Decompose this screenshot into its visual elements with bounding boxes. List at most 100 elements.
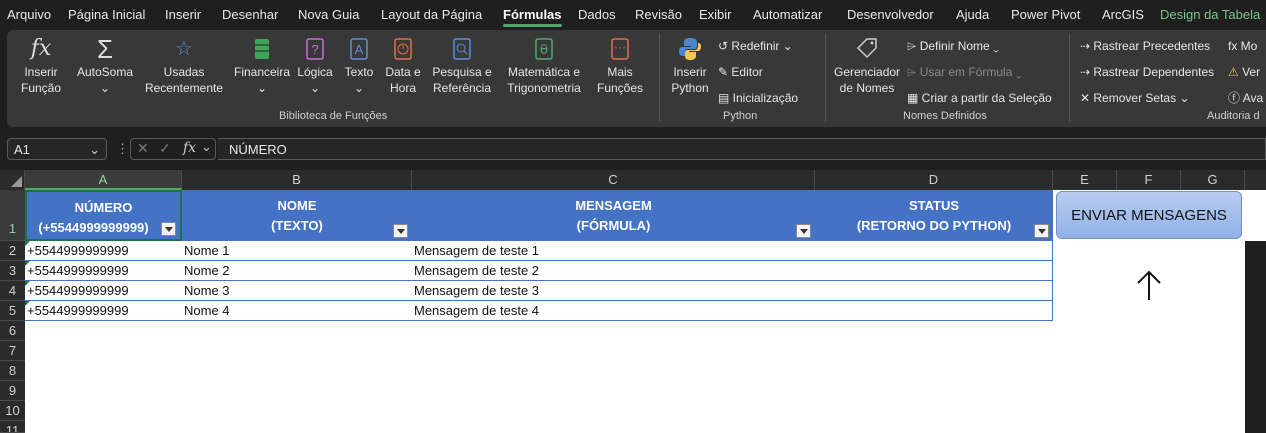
init-button[interactable]: ▤ Inicialização: [718, 90, 798, 106]
recent-button[interactable]: ☆ Usadas Recentemente: [139, 36, 229, 96]
star-book-icon: ☆: [175, 38, 193, 60]
create-from-selection-button[interactable]: ▦ Criar a partir da Seleção: [907, 90, 1052, 106]
row-header-6[interactable]: 6: [0, 321, 25, 341]
text-button[interactable]: A Texto ⌄: [340, 36, 378, 96]
menu-layout[interactable]: Layout da Página: [381, 7, 482, 22]
cell-c5[interactable]: Mensagem de teste 4: [412, 301, 815, 321]
row-header-4[interactable]: 4: [0, 281, 25, 301]
column-header-a[interactable]: A: [25, 170, 182, 190]
cell-c4[interactable]: Mensagem de teste 3: [412, 281, 815, 301]
menu-desenvolvedor[interactable]: Desenvolvedor: [847, 7, 934, 22]
cell-b3[interactable]: Nome 2: [182, 261, 412, 281]
table-header-mensagem[interactable]: MENSAGEM (FÓRMULA): [412, 190, 815, 241]
autosum-button[interactable]: Σ AutoSoma ⌄: [73, 36, 137, 96]
chevron-down-icon[interactable]: ⌄: [201, 139, 212, 155]
row-header-11[interactable]: 11: [0, 421, 25, 433]
trace-precedents-button[interactable]: ⇢ Rastrear Precedentes: [1080, 38, 1210, 54]
lookup-button[interactable]: Pesquisa e Referência: [426, 36, 498, 96]
cell-a4[interactable]: +5544999999999: [25, 281, 182, 301]
select-all-corner[interactable]: [0, 170, 25, 190]
cell-c2[interactable]: Mensagem de teste 1: [412, 241, 815, 261]
cell-a2[interactable]: +5544999999999: [25, 241, 182, 261]
row-header-5[interactable]: 5: [0, 301, 25, 321]
menu-desenhar[interactable]: Desenhar: [222, 7, 278, 22]
svg-text:···: ···: [614, 40, 626, 54]
cell-d4[interactable]: [815, 281, 1053, 301]
show-formulas-button[interactable]: fx Mo: [1228, 38, 1257, 54]
menu-power-pivot[interactable]: Power Pivot: [1011, 7, 1080, 22]
column-header-b[interactable]: B: [182, 170, 412, 190]
table-header-nome[interactable]: NOME (TEXTO): [182, 190, 412, 241]
separator: [825, 34, 826, 122]
cell-a3[interactable]: +5544999999999: [25, 261, 182, 281]
cell-d5[interactable]: [815, 301, 1053, 321]
reset-button[interactable]: ↺ Redefinir ⌄: [718, 38, 793, 54]
more-options-icon[interactable]: ⋮: [116, 141, 129, 157]
name-box[interactable]: A1 ⌄: [7, 138, 107, 160]
more-functions-button[interactable]: ··· Mais Funções: [591, 36, 649, 96]
column-header-c[interactable]: C: [412, 170, 815, 190]
row-header-7[interactable]: 7: [0, 341, 25, 361]
menu-formulas[interactable]: Fórmulas: [503, 7, 562, 27]
menu-arquivo[interactable]: Arquivo: [7, 7, 51, 22]
filter-dropdown-icon[interactable]: [161, 222, 176, 236]
name-manager-button[interactable]: Gerenciador de Nomes: [833, 36, 901, 96]
trace-dependents-button[interactable]: ⇢ Rastrear Dependentes: [1080, 64, 1214, 80]
menu-automatizar[interactable]: Automatizar: [753, 7, 822, 22]
menu-exibir[interactable]: Exibir: [699, 7, 732, 22]
row-header-8[interactable]: 8: [0, 361, 25, 381]
use-in-formula-button[interactable]: ⌲ Usar em Fórmula ⌄: [907, 64, 1021, 80]
editor-button[interactable]: ✎ Editor: [718, 64, 763, 80]
cell-b4[interactable]: Nome 3: [182, 281, 412, 301]
cell-d2[interactable]: [815, 241, 1053, 261]
header-line2: (+5544999999999): [38, 220, 149, 235]
tag-icon: ⌲: [907, 39, 920, 53]
cell-c3[interactable]: Mensagem de teste 2: [412, 261, 815, 281]
cell-b2[interactable]: Nome 1: [182, 241, 412, 261]
filter-dropdown-icon[interactable]: [393, 224, 408, 238]
error-check-button[interactable]: ⚠ Ver: [1228, 64, 1260, 80]
table-header-numero[interactable]: NÚMERO (+5544999999999): [25, 190, 182, 241]
evaluate-formula-button[interactable]: ⓕ Ava: [1228, 90, 1263, 106]
insert-function-label: Inserir Função: [20, 65, 62, 95]
row-header-3[interactable]: 3: [0, 261, 25, 281]
menu-pagina-inicial[interactable]: Página Inicial: [68, 7, 145, 22]
row-header-2[interactable]: 2: [0, 241, 25, 261]
row-header-10[interactable]: 10: [0, 401, 25, 421]
cell-a5[interactable]: +5544999999999: [25, 301, 182, 321]
menu-nova-guia[interactable]: Nova Guia: [298, 7, 359, 22]
column-header-e[interactable]: E: [1053, 170, 1117, 190]
financial-button[interactable]: Financeira ⌄: [233, 36, 291, 96]
logical-button[interactable]: ? Lógica ⌄: [294, 36, 336, 96]
row-header-9[interactable]: 9: [0, 381, 25, 401]
column-header-g[interactable]: G: [1181, 170, 1245, 190]
confirm-icon[interactable]: ✓: [159, 140, 171, 157]
remove-arrows-button[interactable]: ✕ Remover Setas ⌄: [1080, 90, 1190, 106]
cell-b5[interactable]: Nome 4: [182, 301, 412, 321]
define-name-button[interactable]: ⌲ Definir Nome ⌄: [907, 38, 999, 54]
menu-revisao[interactable]: Revisão: [635, 7, 682, 22]
filter-dropdown-icon[interactable]: [1034, 224, 1049, 238]
formula-input[interactable]: NÚMERO: [218, 138, 1266, 160]
datetime-button[interactable]: Data e Hora: [381, 36, 425, 96]
menu-design-tabela[interactable]: Design da Tabela: [1160, 7, 1260, 22]
filter-dropdown-icon[interactable]: [796, 224, 811, 238]
cell-d3[interactable]: [815, 261, 1053, 281]
menu-inserir[interactable]: Inserir: [165, 7, 201, 22]
math-button[interactable]: θ Matemática e Trigonometria: [500, 36, 588, 96]
menu-arcgis[interactable]: ArcGIS: [1102, 7, 1144, 22]
cancel-icon[interactable]: ✕: [137, 140, 149, 157]
trace-precedents-icon: ⇢: [1080, 39, 1094, 53]
column-header-f[interactable]: F: [1117, 170, 1181, 190]
table-header-status[interactable]: STATUS (RETORNO DO PYTHON): [815, 190, 1053, 241]
fx-icon[interactable]: fx: [183, 140, 196, 156]
column-header-d[interactable]: D: [815, 170, 1053, 190]
trace-dependents-icon: ⇢: [1080, 65, 1094, 79]
menu-ajuda[interactable]: Ajuda: [956, 7, 989, 22]
insert-python-button[interactable]: Inserir Python: [667, 36, 713, 96]
question-book-icon: ?: [302, 36, 328, 62]
menu-dados[interactable]: Dados: [578, 7, 616, 22]
send-messages-button[interactable]: ENVIAR MENSAGENS: [1056, 191, 1242, 239]
financial-label: Financeira: [233, 65, 291, 79]
insert-function-button[interactable]: fx Inserir Função: [15, 36, 67, 96]
